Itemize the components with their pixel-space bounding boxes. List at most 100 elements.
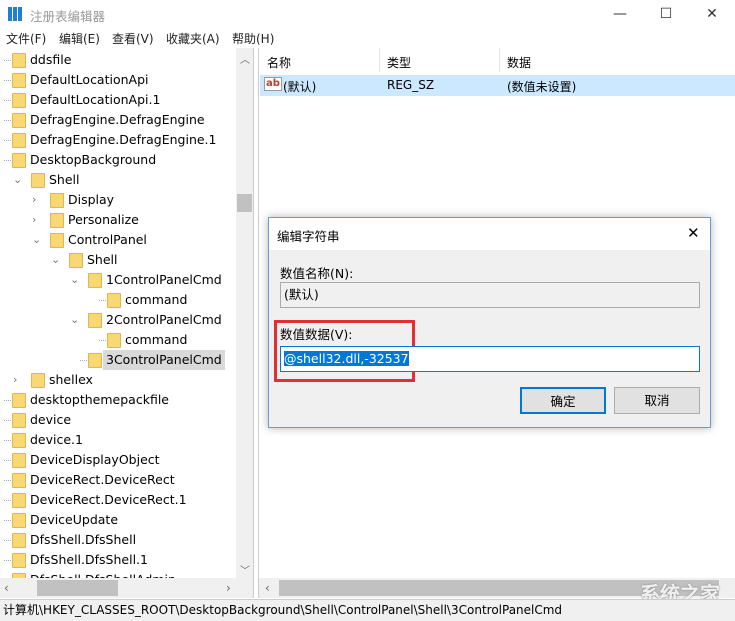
folder-icon xyxy=(107,333,121,348)
window-title: 注册表编辑器 xyxy=(30,9,106,24)
scroll-up-icon[interactable]: ︿ xyxy=(240,51,250,66)
tree-node[interactable]: › Personalize xyxy=(0,210,236,230)
tree-node[interactable]: DefragEngine.DefragEngine.1 xyxy=(0,130,236,150)
tree-node-label: 1ControlPanelCmd xyxy=(106,272,222,287)
value-name-label: 数值名称(N): xyxy=(280,266,354,281)
tree-node[interactable]: ⌄ Shell xyxy=(0,170,236,190)
tree-node[interactable]: device.1 xyxy=(0,430,236,450)
tree-node[interactable]: › shellex xyxy=(0,370,236,390)
cancel-button[interactable]: 取消 xyxy=(614,387,700,414)
folder-icon xyxy=(107,293,121,308)
tree-node[interactable]: › Display xyxy=(0,190,236,210)
scroll-thumb[interactable] xyxy=(237,194,252,212)
title-bar: 注册表编辑器 — ☐ ✕ xyxy=(0,0,735,28)
folder-icon xyxy=(69,253,83,268)
maximize-button[interactable]: ☐ xyxy=(643,0,689,28)
folder-icon xyxy=(12,553,26,568)
tree-node-label: Personalize xyxy=(68,212,139,227)
tree-node[interactable]: DfsShell.DfsShell xyxy=(0,530,236,550)
tree-node[interactable]: ⌄ 2ControlPanelCmd xyxy=(0,310,236,330)
tree-node-label: Shell xyxy=(87,252,118,267)
value-type: REG_SZ xyxy=(387,78,435,92)
column-header-name[interactable]: 名称 xyxy=(267,54,291,71)
close-button[interactable]: ✕ xyxy=(689,0,735,28)
string-value-icon: ab xyxy=(264,77,282,91)
tree-horizontal-scrollbar[interactable]: ‹ › xyxy=(0,578,253,598)
tree-connector xyxy=(99,300,106,301)
tree-node[interactable]: DefaultLocationApi.1 xyxy=(0,90,236,110)
tree-node[interactable]: ⌄ Shell xyxy=(0,250,236,270)
tree-vertical-scrollbar[interactable]: ︿ ﹀ xyxy=(236,48,253,578)
tree-node[interactable]: desktopthemepackfile xyxy=(0,390,236,410)
tree-node[interactable]: ddsfile xyxy=(0,50,236,70)
chevron-right-icon[interactable]: › xyxy=(13,370,17,390)
menu-edit[interactable]: 编辑(E) xyxy=(59,30,100,47)
menu-favorites[interactable]: 收藏夹(A) xyxy=(166,30,220,47)
folder-icon xyxy=(88,353,102,368)
tree-node[interactable]: command xyxy=(0,290,236,310)
status-bar-path: 计算机\HKEY_CLASSES_ROOT\DesktopBackground\… xyxy=(0,599,735,621)
minimize-button[interactable]: — xyxy=(597,0,643,28)
tree-node[interactable]: DeviceDisplayObject xyxy=(0,450,236,470)
tree-node-label: DfsShell.DfsShell.1 xyxy=(30,552,148,567)
folder-icon xyxy=(12,133,26,148)
folder-icon xyxy=(12,433,26,448)
dialog-close-icon[interactable]: ✕ xyxy=(687,224,700,242)
tree-node[interactable]: device xyxy=(0,410,236,430)
tree-node-label: 3ControlPanelCmd xyxy=(103,350,225,370)
folder-icon xyxy=(12,453,26,468)
folder-icon xyxy=(12,493,26,508)
tree-node[interactable]: DeviceRect.DeviceRect.1 xyxy=(0,490,236,510)
value-row[interactable]: ab (默认) REG_SZ (数值未设置) xyxy=(260,75,735,96)
tree-node[interactable]: DeviceUpdate xyxy=(0,510,236,530)
tree-node-label: device.1 xyxy=(30,432,83,447)
folder-icon xyxy=(12,473,26,488)
tree-node-label: DefragEngine.DefragEngine xyxy=(30,112,205,127)
tree-node[interactable]: DefaultLocationApi xyxy=(0,70,236,90)
tree-node[interactable]: 3ControlPanelCmd xyxy=(0,350,236,370)
tree-node[interactable]: DefragEngine.DefragEngine xyxy=(0,110,236,130)
ok-button[interactable]: 确定 xyxy=(520,387,606,414)
folder-icon xyxy=(31,373,45,388)
folder-icon xyxy=(88,313,102,328)
tree-node-label: DesktopBackground xyxy=(30,152,157,167)
tree-node[interactable]: ⌄ 1ControlPanelCmd xyxy=(0,270,236,290)
tree-node-label: command xyxy=(125,332,188,347)
value-data-input[interactable]: @shell32.dll,-32537 xyxy=(280,346,700,372)
tree-node-label: DeviceRect.DeviceRect.1 xyxy=(30,492,187,507)
scroll-down-icon[interactable]: ﹀ xyxy=(240,562,250,577)
tree-connector xyxy=(4,100,11,101)
menu-view[interactable]: 查看(V) xyxy=(112,30,154,47)
folder-icon xyxy=(12,53,26,68)
tree-node[interactable]: ⌄ ControlPanel xyxy=(0,230,236,250)
menu-help[interactable]: 帮助(H) xyxy=(232,30,274,47)
scroll-left-icon[interactable]: ‹ xyxy=(4,581,9,595)
tree-node[interactable]: command xyxy=(0,330,236,350)
chevron-down-icon[interactable]: ⌄ xyxy=(51,250,60,270)
dialog-title: 编辑字符串 xyxy=(277,229,340,244)
chevron-right-icon[interactable]: › xyxy=(32,210,36,230)
tree-node-label: Display xyxy=(68,192,115,207)
scroll-thumb[interactable] xyxy=(37,580,118,596)
tree-node-label: command xyxy=(125,292,188,307)
tree-connector xyxy=(4,160,11,161)
tree-node[interactable]: DesktopBackground xyxy=(0,150,236,170)
column-header-data[interactable]: 数据 xyxy=(507,54,531,71)
chevron-down-icon[interactable]: ⌄ xyxy=(32,230,41,250)
column-header-type[interactable]: 类型 xyxy=(387,54,411,71)
tree-connector xyxy=(4,60,11,61)
value-name-field: (默认) xyxy=(280,282,700,308)
tree-connector xyxy=(4,120,11,121)
tree-node[interactable]: DfsShell.DfsShell.1 xyxy=(0,550,236,570)
scroll-left-icon[interactable]: ‹ xyxy=(265,581,270,595)
tree-node[interactable]: DeviceRect.DeviceRect xyxy=(0,470,236,490)
tree-node-label: desktopthemepackfile xyxy=(30,392,169,407)
chevron-down-icon[interactable]: ⌄ xyxy=(70,270,79,290)
tree-node-label: device xyxy=(30,412,72,427)
chevron-right-icon[interactable]: › xyxy=(32,190,36,210)
chevron-down-icon[interactable]: ⌄ xyxy=(70,310,79,330)
folder-icon xyxy=(12,153,26,168)
menu-file[interactable]: 文件(F) xyxy=(6,30,46,47)
scroll-right-icon[interactable]: › xyxy=(226,581,231,595)
chevron-down-icon[interactable]: ⌄ xyxy=(13,170,22,190)
